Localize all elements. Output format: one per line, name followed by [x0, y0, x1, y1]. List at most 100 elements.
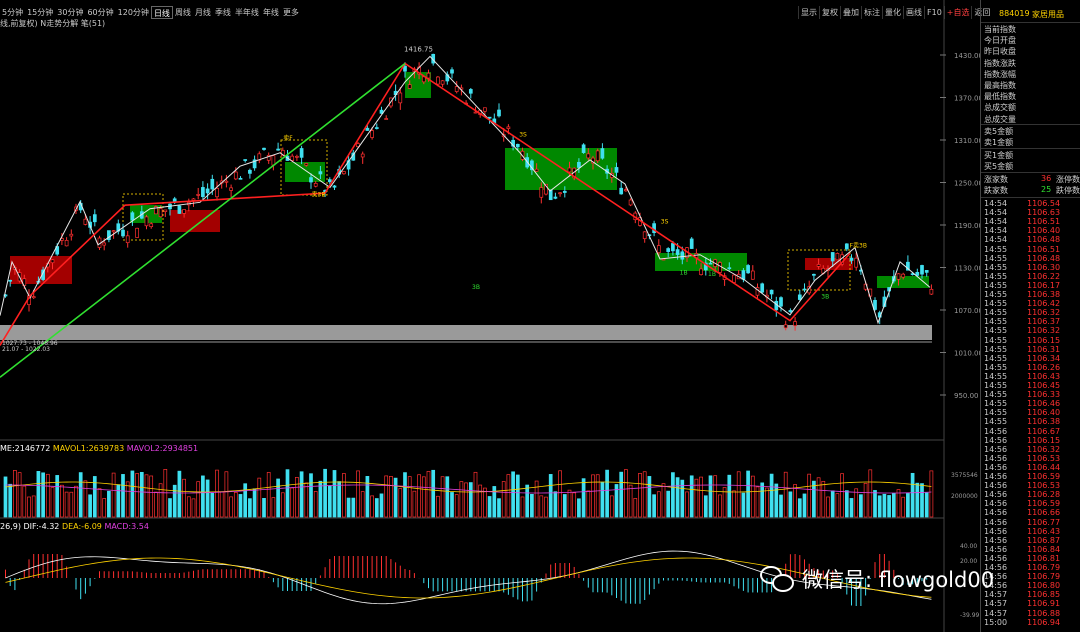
- volume-bar: [826, 496, 830, 518]
- volume-bar: [436, 495, 440, 518]
- tick-time: 14:55: [984, 244, 1008, 254]
- volume-bar: [257, 477, 262, 518]
- volume-bar: [102, 498, 107, 518]
- tick-price: 1106.63: [1027, 208, 1061, 218]
- volume-bar: [412, 490, 417, 518]
- volume-bar: [229, 496, 233, 518]
- volume-bar: [816, 477, 821, 518]
- volume-bar: [896, 489, 901, 518]
- volume-bar: [534, 480, 539, 518]
- volume-bar: [624, 469, 628, 518]
- volume-bar: [619, 471, 624, 518]
- volume-bar: [107, 490, 111, 518]
- volume-bar: [158, 483, 163, 518]
- fall-count: 25: [1041, 185, 1052, 194]
- volume-bar: [515, 474, 520, 518]
- tick-time: 14:55: [984, 390, 1008, 400]
- volume-bar: [215, 469, 219, 518]
- volume-bar: [384, 475, 389, 518]
- volume-bar: [652, 494, 656, 518]
- tick-time: 14:56: [984, 526, 1008, 536]
- volume-bar: [661, 483, 666, 518]
- candle-body: [233, 171, 238, 180]
- tick-time: 14:55: [984, 262, 1008, 272]
- candle-body: [177, 205, 182, 214]
- tick-price: 1106.26: [1027, 362, 1061, 372]
- volume-bar: [121, 474, 125, 518]
- candle-body: [788, 310, 793, 313]
- tick-price: 1106.54: [1027, 199, 1061, 208]
- candle-body: [558, 192, 562, 195]
- volume-label: ME:2146772 MAVOL1:2639783 MAVOL2:2934851: [0, 444, 199, 453]
- volume-bar: [88, 494, 92, 518]
- volume-bar: [736, 471, 741, 518]
- tick-price: 1106.32: [1027, 326, 1061, 336]
- volume-bar: [671, 472, 675, 518]
- volume-bar: [821, 480, 826, 518]
- volume-bar: [525, 484, 530, 518]
- volume-bar: [774, 483, 779, 518]
- volume-bar: [224, 471, 229, 518]
- candle-body: [360, 153, 365, 158]
- volume-bar: [97, 488, 102, 518]
- volume-bar: [55, 475, 60, 518]
- volume-bar: [906, 493, 910, 518]
- volume-bar: [125, 481, 130, 518]
- volume-bar: [685, 491, 689, 518]
- volume-bar: [450, 492, 454, 518]
- tick-price: 1106.42: [1027, 299, 1061, 309]
- tick-time: 14:55: [984, 253, 1008, 263]
- volume-bar: [769, 473, 774, 518]
- volume-bar: [431, 469, 436, 518]
- volume-bar: [708, 475, 713, 518]
- candle-body: [600, 148, 605, 159]
- tick-price: 1106.53: [1027, 453, 1061, 463]
- tick-time: 14:55: [984, 308, 1008, 318]
- candle-body: [595, 150, 600, 162]
- candle-body: [666, 248, 671, 252]
- volume-bar: [835, 493, 840, 518]
- tick-time: 14:56: [984, 481, 1008, 491]
- volume-bar: [290, 487, 295, 518]
- volume-bar: [22, 485, 27, 518]
- tick-time: 14:55: [984, 299, 1008, 309]
- candle-body: [295, 155, 299, 158]
- volume-bar: [365, 476, 370, 518]
- candle-body: [238, 177, 243, 180]
- volume-bar: [882, 493, 887, 518]
- volume-bar: [487, 496, 492, 518]
- volume-bar: [558, 470, 562, 518]
- candle-body: [426, 72, 431, 79]
- volume-bar: [191, 498, 196, 518]
- candle-body: [384, 118, 389, 120]
- rise-tail: 涨停数: [1056, 175, 1080, 184]
- tick-time: 14:56: [984, 499, 1008, 509]
- quote-panel: 884019 家居用品 当前指数 今日开盘 昨日收盘 指数涨跌 指数涨幅 最高指数 最低指数…: [980, 0, 1080, 632]
- volume-bar: [713, 475, 718, 518]
- volume-bar: [196, 481, 201, 518]
- candle-body: [407, 84, 412, 89]
- tick-price: 1106.17: [1027, 280, 1061, 290]
- candle-body: [671, 243, 675, 252]
- price-tick-label: 1010.00: [954, 350, 980, 358]
- candle-body: [374, 127, 379, 129]
- panel-label: 总成交量: [984, 114, 1016, 124]
- candle-body: [924, 270, 929, 273]
- volume-bar: [8, 483, 13, 518]
- volume-bar: [13, 470, 17, 518]
- candle-body: [760, 283, 765, 293]
- candle-body: [332, 185, 337, 188]
- candle-body: [83, 218, 88, 225]
- candle-body: [454, 86, 459, 92]
- tick-price: 1106.59: [1027, 472, 1061, 481]
- candle-body: [31, 296, 36, 299]
- volume-bar: [750, 475, 755, 518]
- volume-bar: [398, 488, 403, 518]
- support-band: [0, 325, 932, 340]
- volume-bar: [548, 474, 553, 518]
- candle-body: [708, 262, 713, 265]
- volume-bar: [732, 490, 736, 518]
- tick-time: 14:57: [984, 608, 1008, 618]
- candle-body: [149, 223, 154, 227]
- candle-body: [727, 267, 732, 270]
